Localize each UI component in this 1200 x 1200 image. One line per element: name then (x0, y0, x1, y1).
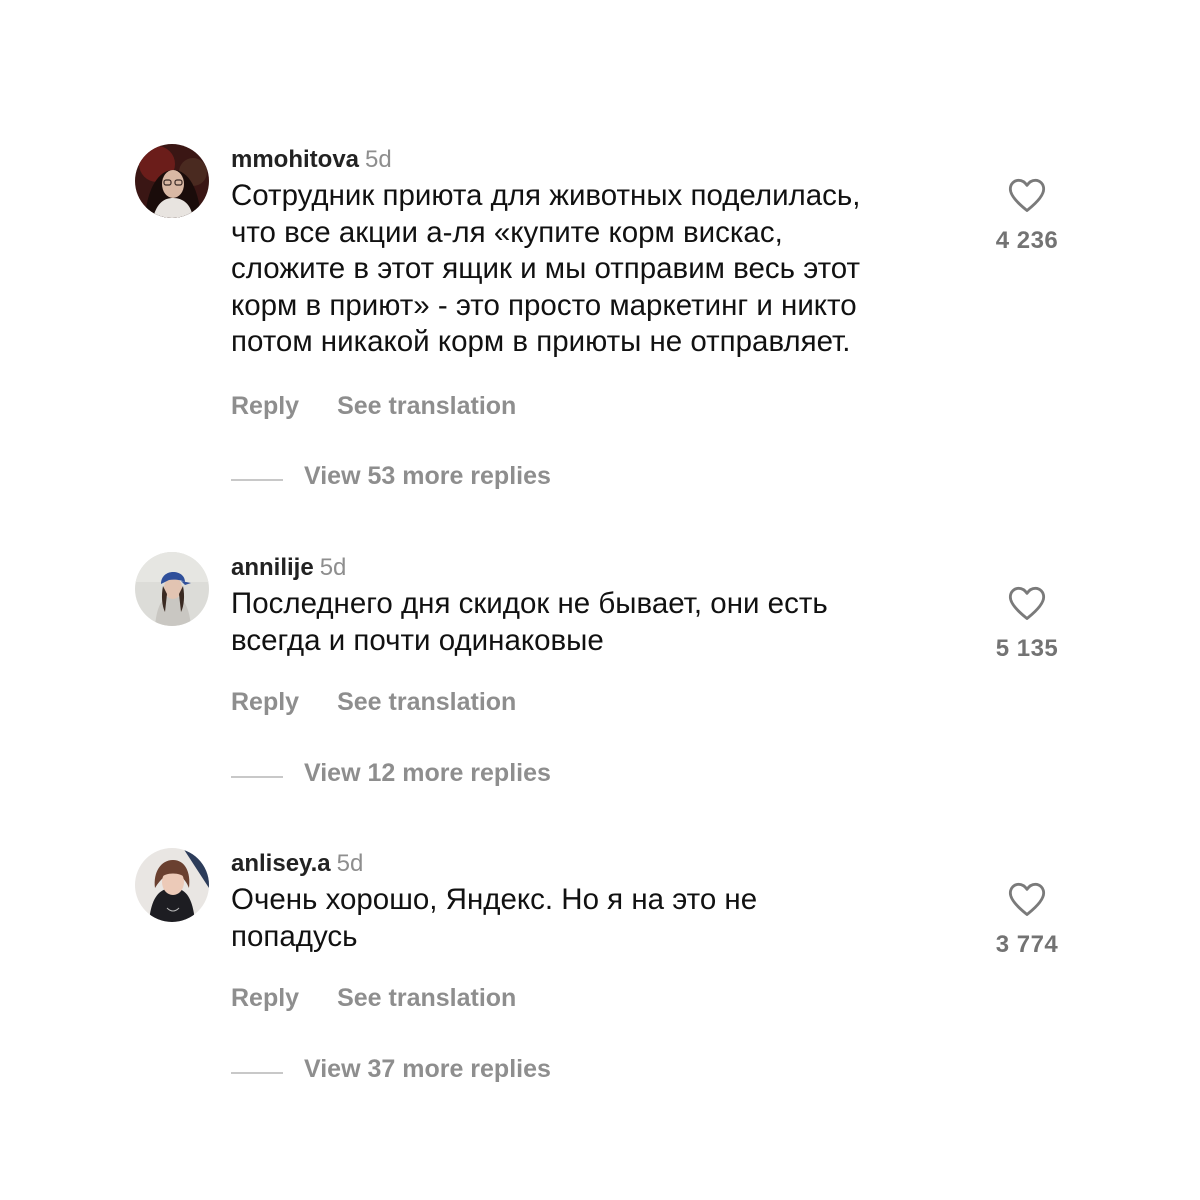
comment-time: 5d (336, 850, 364, 877)
comment-actions: Reply See translation (231, 390, 516, 422)
username[interactable]: annilije (231, 554, 314, 581)
profile-photo-icon (135, 144, 209, 218)
like-count: 3 774 (995, 931, 1059, 958)
view-replies-button[interactable]: View 12 more replies (231, 757, 551, 789)
username[interactable]: anlisey.a (231, 850, 331, 877)
profile-photo-icon (135, 552, 209, 626)
see-translation-button[interactable]: See translation (337, 984, 516, 1012)
reply-button[interactable]: Reply (231, 392, 299, 420)
profile-photo-icon (135, 848, 209, 922)
comment-header: annilije 5d (231, 552, 346, 584)
heart-outline-icon[interactable] (1007, 880, 1047, 918)
like-count: 4 236 (995, 227, 1059, 254)
username[interactable]: mmohitova (231, 146, 359, 173)
like-control: 3 774 (985, 880, 1069, 959)
like-count: 5 135 (995, 635, 1059, 662)
comment-text: Сотрудник приюта для животных поделилась… (231, 179, 861, 358)
replies-divider (231, 479, 283, 481)
like-control: 5 135 (985, 584, 1069, 663)
comment-actions: Reply See translation (231, 686, 516, 718)
see-translation-button[interactable]: See translation (337, 392, 516, 420)
replies-divider (231, 1072, 283, 1074)
comment-text: Очень хорошо, Яндекс. Но я на это не поп… (231, 883, 758, 953)
avatar[interactable] (135, 848, 209, 922)
comment-time: 5d (319, 554, 347, 581)
comment-actions: Reply See translation (231, 982, 516, 1014)
see-translation-button[interactable]: See translation (337, 688, 516, 716)
reply-button[interactable]: Reply (231, 984, 299, 1012)
view-replies-label: View 37 more replies (304, 1055, 551, 1083)
view-replies-button[interactable]: View 37 more replies (231, 1053, 551, 1085)
avatar[interactable] (135, 144, 209, 218)
view-replies-button[interactable]: View 53 more replies (231, 460, 551, 492)
heart-outline-icon[interactable] (1007, 584, 1047, 622)
view-replies-label: View 53 more replies (304, 462, 551, 490)
comment-header: mmohitova 5d (231, 144, 392, 176)
avatar[interactable] (135, 552, 209, 626)
like-control: 4 236 (985, 176, 1069, 255)
view-replies-label: View 12 more replies (304, 759, 551, 787)
reply-button[interactable]: Reply (231, 688, 299, 716)
comment-text: Последнего дня скидок не бывает, они ест… (231, 587, 828, 657)
heart-outline-icon[interactable] (1007, 176, 1047, 214)
comment-time: 5d (365, 146, 392, 173)
replies-divider (231, 776, 283, 778)
comment-header: anlisey.a 5d (231, 848, 363, 880)
